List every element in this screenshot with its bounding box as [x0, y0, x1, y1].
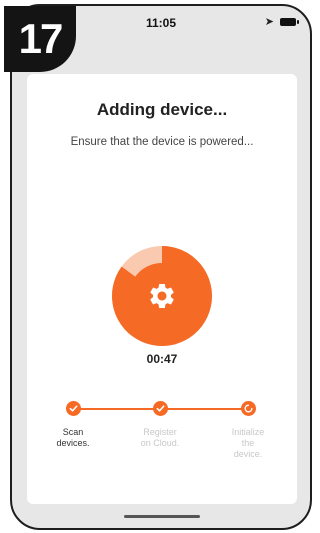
step-label-initialize: Initialize the device. — [231, 427, 265, 459]
location-arrow-icon: ➤ — [264, 16, 274, 28]
step-label-register: Register on Cloud. — [140, 427, 180, 448]
step-label-scan: Scan devices. — [56, 427, 90, 448]
step-dot-initialize — [241, 401, 256, 416]
step-dot-scan — [66, 401, 81, 416]
page-title: Adding device... — [96, 100, 228, 119]
phone-frame: 11:05 ➤ Adding device... Ensure that the… — [10, 4, 312, 530]
loading-icon — [244, 404, 253, 413]
adding-device-card: Adding device... Ensure that the device … — [27, 74, 297, 504]
gear-icon — [150, 284, 174, 308]
elapsed-timer: 00:47 — [146, 352, 178, 366]
home-indicator — [124, 515, 200, 518]
page-subtitle: Ensure that the device is powered... — [70, 136, 254, 148]
check-icon — [156, 405, 165, 412]
progress-ring — [112, 246, 212, 346]
step-dot-register — [153, 401, 168, 416]
status-icons: ➤ — [264, 15, 299, 28]
check-icon — [69, 405, 78, 412]
gear-button — [129, 263, 195, 329]
battery-icon — [280, 17, 299, 26]
